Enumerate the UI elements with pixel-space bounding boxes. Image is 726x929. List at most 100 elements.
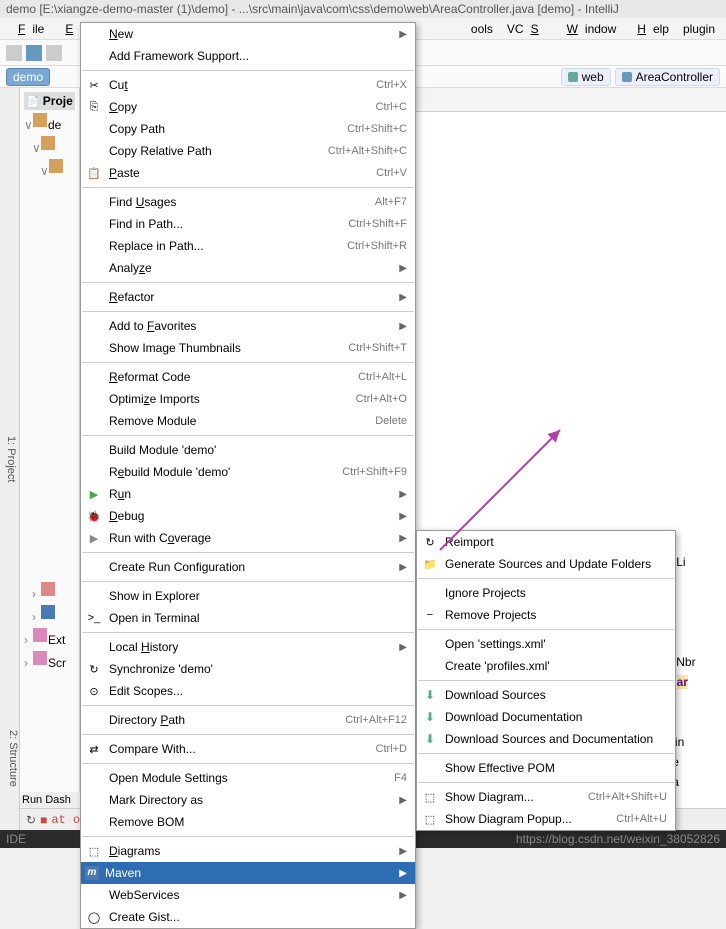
- menu-item-show-effective-pom[interactable]: Show Effective POM: [417, 757, 675, 779]
- ✂-icon: ✂: [85, 77, 103, 93]
- blank-icon: [85, 792, 103, 808]
- menu-item-reimport[interactable]: ↻Reimport: [417, 531, 675, 553]
- tree-ext[interactable]: ›Ext: [24, 625, 75, 648]
- menu-item-debug[interactable]: 🐞Debug▶: [81, 505, 415, 527]
- tree-node[interactable]: ›: [24, 602, 75, 625]
- menu-item-remove-projects[interactable]: −Remove Projects: [417, 604, 675, 626]
- tree-node[interactable]: ∨: [24, 156, 75, 179]
- submenu-arrow-icon: ▶: [399, 321, 407, 332]
- menu-item-label: Directory Path: [109, 713, 345, 727]
- shortcut: Ctrl+Alt+U: [616, 813, 667, 825]
- menu-item-refactor[interactable]: Refactor▶: [81, 286, 415, 308]
- menu-item-replace-in-path[interactable]: Replace in Path...Ctrl+Shift+R: [81, 235, 415, 257]
- menu-item-label: Add to Favorites: [109, 319, 395, 333]
- menu-item-show-diagram[interactable]: ⬚Show Diagram...Ctrl+Alt+Shift+U: [417, 786, 675, 808]
- separator: [82, 552, 414, 553]
- menu-item-mark-directory-as[interactable]: Mark Directory as▶: [81, 789, 415, 811]
- sidebar-structure-tool[interactable]: 2: Structure: [0, 708, 20, 808]
- menu-item-create-gist[interactable]: ◯Create Gist...: [81, 906, 415, 928]
- menu-window[interactable]: Window: [553, 20, 624, 38]
- menu-item-copy-relative-path[interactable]: Copy Relative PathCtrl+Alt+Shift+C: [81, 140, 415, 162]
- menu-item-reformat-code[interactable]: Reformat CodeCtrl+Alt+L: [81, 366, 415, 388]
- menu-item-copy[interactable]: ⎘CopyCtrl+C: [81, 96, 415, 118]
- menu-item-paste[interactable]: 📋PasteCtrl+V: [81, 162, 415, 184]
- menu-item-find-in-path[interactable]: Find in Path...Ctrl+Shift+F: [81, 213, 415, 235]
- menu-item-cut[interactable]: ✂CutCtrl+X: [81, 74, 415, 96]
- tree-root[interactable]: ∨de: [24, 110, 75, 133]
- menu-item-optimize-imports[interactable]: Optimize ImportsCtrl+Alt+O: [81, 388, 415, 410]
- separator: [418, 578, 674, 579]
- menu-item-download-sources-and-documentation[interactable]: ⬇Download Sources and Documentation: [417, 728, 675, 750]
- breadcrumb-web[interactable]: web: [561, 68, 611, 86]
- toolbar-icon[interactable]: [6, 45, 22, 61]
- menu-item-ignore-projects[interactable]: Ignore Projects: [417, 582, 675, 604]
- menu-item-add-framework-support[interactable]: Add Framework Support...: [81, 45, 415, 67]
- run-dashboard[interactable]: Run Dash: [20, 792, 80, 808]
- menu-item-compare-with[interactable]: ⇄Compare With...Ctrl+D: [81, 738, 415, 760]
- menu-item-add-to-favorites[interactable]: Add to Favorites ▶: [81, 315, 415, 337]
- menu-item-create-profiles-xml[interactable]: Create 'profiles.xml': [417, 655, 675, 677]
- menu-item-show-in-explorer[interactable]: Show in Explorer: [81, 585, 415, 607]
- menu-item-maven[interactable]: mMaven▶: [81, 862, 415, 884]
- menu-item-rebuild-module-demo[interactable]: Rebuild Module 'demo'Ctrl+Shift+F9: [81, 461, 415, 483]
- class-icon: [622, 72, 632, 82]
- menu-item-show-image-thumbnails[interactable]: Show Image ThumbnailsCtrl+Shift+T: [81, 337, 415, 359]
- menu-item-label: Debug: [109, 509, 395, 523]
- menu-item-label: Synchronize 'demo': [109, 662, 407, 676]
- menu-item-remove-module[interactable]: Remove ModuleDelete: [81, 410, 415, 432]
- menu-item-create-run-configuration[interactable]: Create Run Configuration▶: [81, 556, 415, 578]
- ⬇-icon: ⬇: [421, 731, 439, 747]
- menu-item-build-module-demo[interactable]: Build Module 'demo': [81, 439, 415, 461]
- menu-item-run[interactable]: ▶Run▶: [81, 483, 415, 505]
- menu-item-label: Open in Terminal: [109, 611, 407, 625]
- shortcut: Ctrl+Alt+L: [358, 371, 407, 383]
- menu-vcs[interactable]: VCS: [500, 20, 553, 38]
- menu-item-download-documentation[interactable]: ⬇Download Documentation: [417, 706, 675, 728]
- menu-item-label: Rebuild Module 'demo': [109, 465, 342, 479]
- separator: [82, 435, 414, 436]
- menu-item-analyze[interactable]: Analyze▶: [81, 257, 415, 279]
- menu-help[interactable]: Help: [623, 20, 676, 38]
- menu-file[interactable]: File: [4, 20, 51, 38]
- menu-item-find-usages[interactable]: Find UsagesAlt+F7: [81, 191, 415, 213]
- menu-item-open-module-settings[interactable]: Open Module SettingsF4: [81, 767, 415, 789]
- tree-node[interactable]: ›: [24, 579, 75, 602]
- lib-icon: [33, 651, 47, 665]
- submenu-arrow-icon: ▶: [399, 868, 407, 879]
- toolbar-icon[interactable]: [46, 45, 62, 61]
- refresh-icon[interactable]: ↻: [26, 813, 36, 827]
- tree-node[interactable]: ∨: [24, 133, 75, 156]
- ◯-icon: ◯: [85, 909, 103, 925]
- menu-item-label: Remove Module: [109, 414, 375, 428]
- menu-item-show-diagram-popup[interactable]: ⬚Show Diagram Popup...Ctrl+Alt+U: [417, 808, 675, 830]
- menu-item-edit-scopes[interactable]: ⊙Edit Scopes...: [81, 680, 415, 702]
- menu-item-open-settings-xml[interactable]: Open 'settings.xml': [417, 633, 675, 655]
- menu-item-webservices[interactable]: WebServices▶: [81, 884, 415, 906]
- blank-icon: [421, 658, 439, 674]
- menu-item-remove-bom[interactable]: Remove BOM: [81, 811, 415, 833]
- breadcrumb-class[interactable]: AreaController: [615, 68, 720, 86]
- menu-plugin[interactable]: plugin: [676, 20, 722, 38]
- toolbar-icon[interactable]: [26, 45, 42, 61]
- tree-scr[interactable]: ›Scr: [24, 648, 75, 671]
- menu-item-label: Add Framework Support...: [109, 49, 407, 63]
- stop-icon[interactable]: ■: [40, 813, 47, 827]
- shortcut: Ctrl+Alt+F12: [345, 714, 407, 726]
- menu-item-diagrams[interactable]: ⬚Diagrams▶: [81, 840, 415, 862]
- menu-item-local-history[interactable]: Local History▶: [81, 636, 415, 658]
- menu-ools[interactable]: ools: [464, 20, 500, 38]
- menu-item-new[interactable]: New▶: [81, 23, 415, 45]
- submenu-arrow-icon: ▶: [399, 263, 407, 274]
- blank-icon: [85, 588, 103, 604]
- ↻-icon: ↻: [421, 534, 439, 550]
- menu-item-label: Reformat Code: [109, 370, 358, 384]
- menu-item-open-in-terminal[interactable]: >_Open in Terminal: [81, 607, 415, 629]
- menu-item-generate-sources-and-update-folders[interactable]: 📁Generate Sources and Update Folders: [417, 553, 675, 575]
- menu-item-label: Run with Coverage: [109, 531, 395, 545]
- menu-item-run-with-coverage[interactable]: ▶Run with Coverage▶: [81, 527, 415, 549]
- menu-item-directory-path[interactable]: Directory PathCtrl+Alt+F12: [81, 709, 415, 731]
- menu-item-download-sources[interactable]: ⬇Download Sources: [417, 684, 675, 706]
- breadcrumb-root[interactable]: demo: [6, 68, 50, 86]
- menu-item-synchronize-demo[interactable]: ↻Synchronize 'demo': [81, 658, 415, 680]
- menu-item-copy-path[interactable]: Copy PathCtrl+Shift+C: [81, 118, 415, 140]
